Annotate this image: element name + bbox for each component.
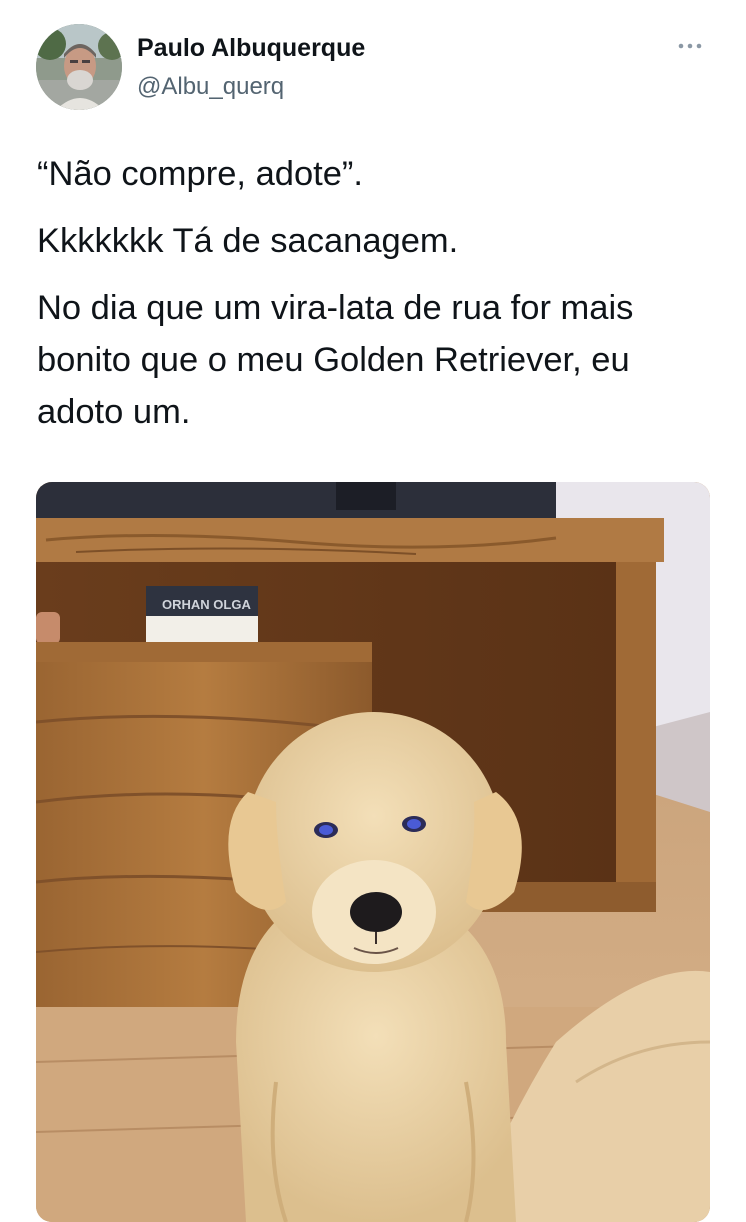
tweet-text-line: “Não compre, adote”. — [37, 155, 363, 193]
avatar-photo — [36, 24, 122, 110]
more-options-button[interactable] — [676, 36, 706, 56]
tweet-text: “Não compre, adote”. Kkkkkkk Tá de sacan… — [37, 148, 717, 438]
puppy-photo: ORHAN OLGA — [36, 482, 710, 1222]
tweet-text-line: No dia que um vira-lata de rua for mais … — [37, 289, 634, 431]
tweet-text-line: Kkkkkkk Tá de sacanagem. — [37, 222, 459, 260]
author-handle[interactable]: @Albu_querq — [137, 73, 284, 101]
tweet-media-photo[interactable]: ORHAN OLGA — [36, 482, 710, 1222]
book-spine-text: ORHAN OLGA — [162, 597, 251, 612]
more-horizontal-icon — [678, 43, 702, 49]
tweet-header: Paulo Albuquerque @Albu_querq — [36, 22, 716, 112]
author-name[interactable]: Paulo Albuquerque — [137, 34, 365, 63]
avatar[interactable] — [36, 24, 122, 110]
tweet[interactable]: Paulo Albuquerque @Albu_querq “Não compr… — [0, 0, 746, 1222]
